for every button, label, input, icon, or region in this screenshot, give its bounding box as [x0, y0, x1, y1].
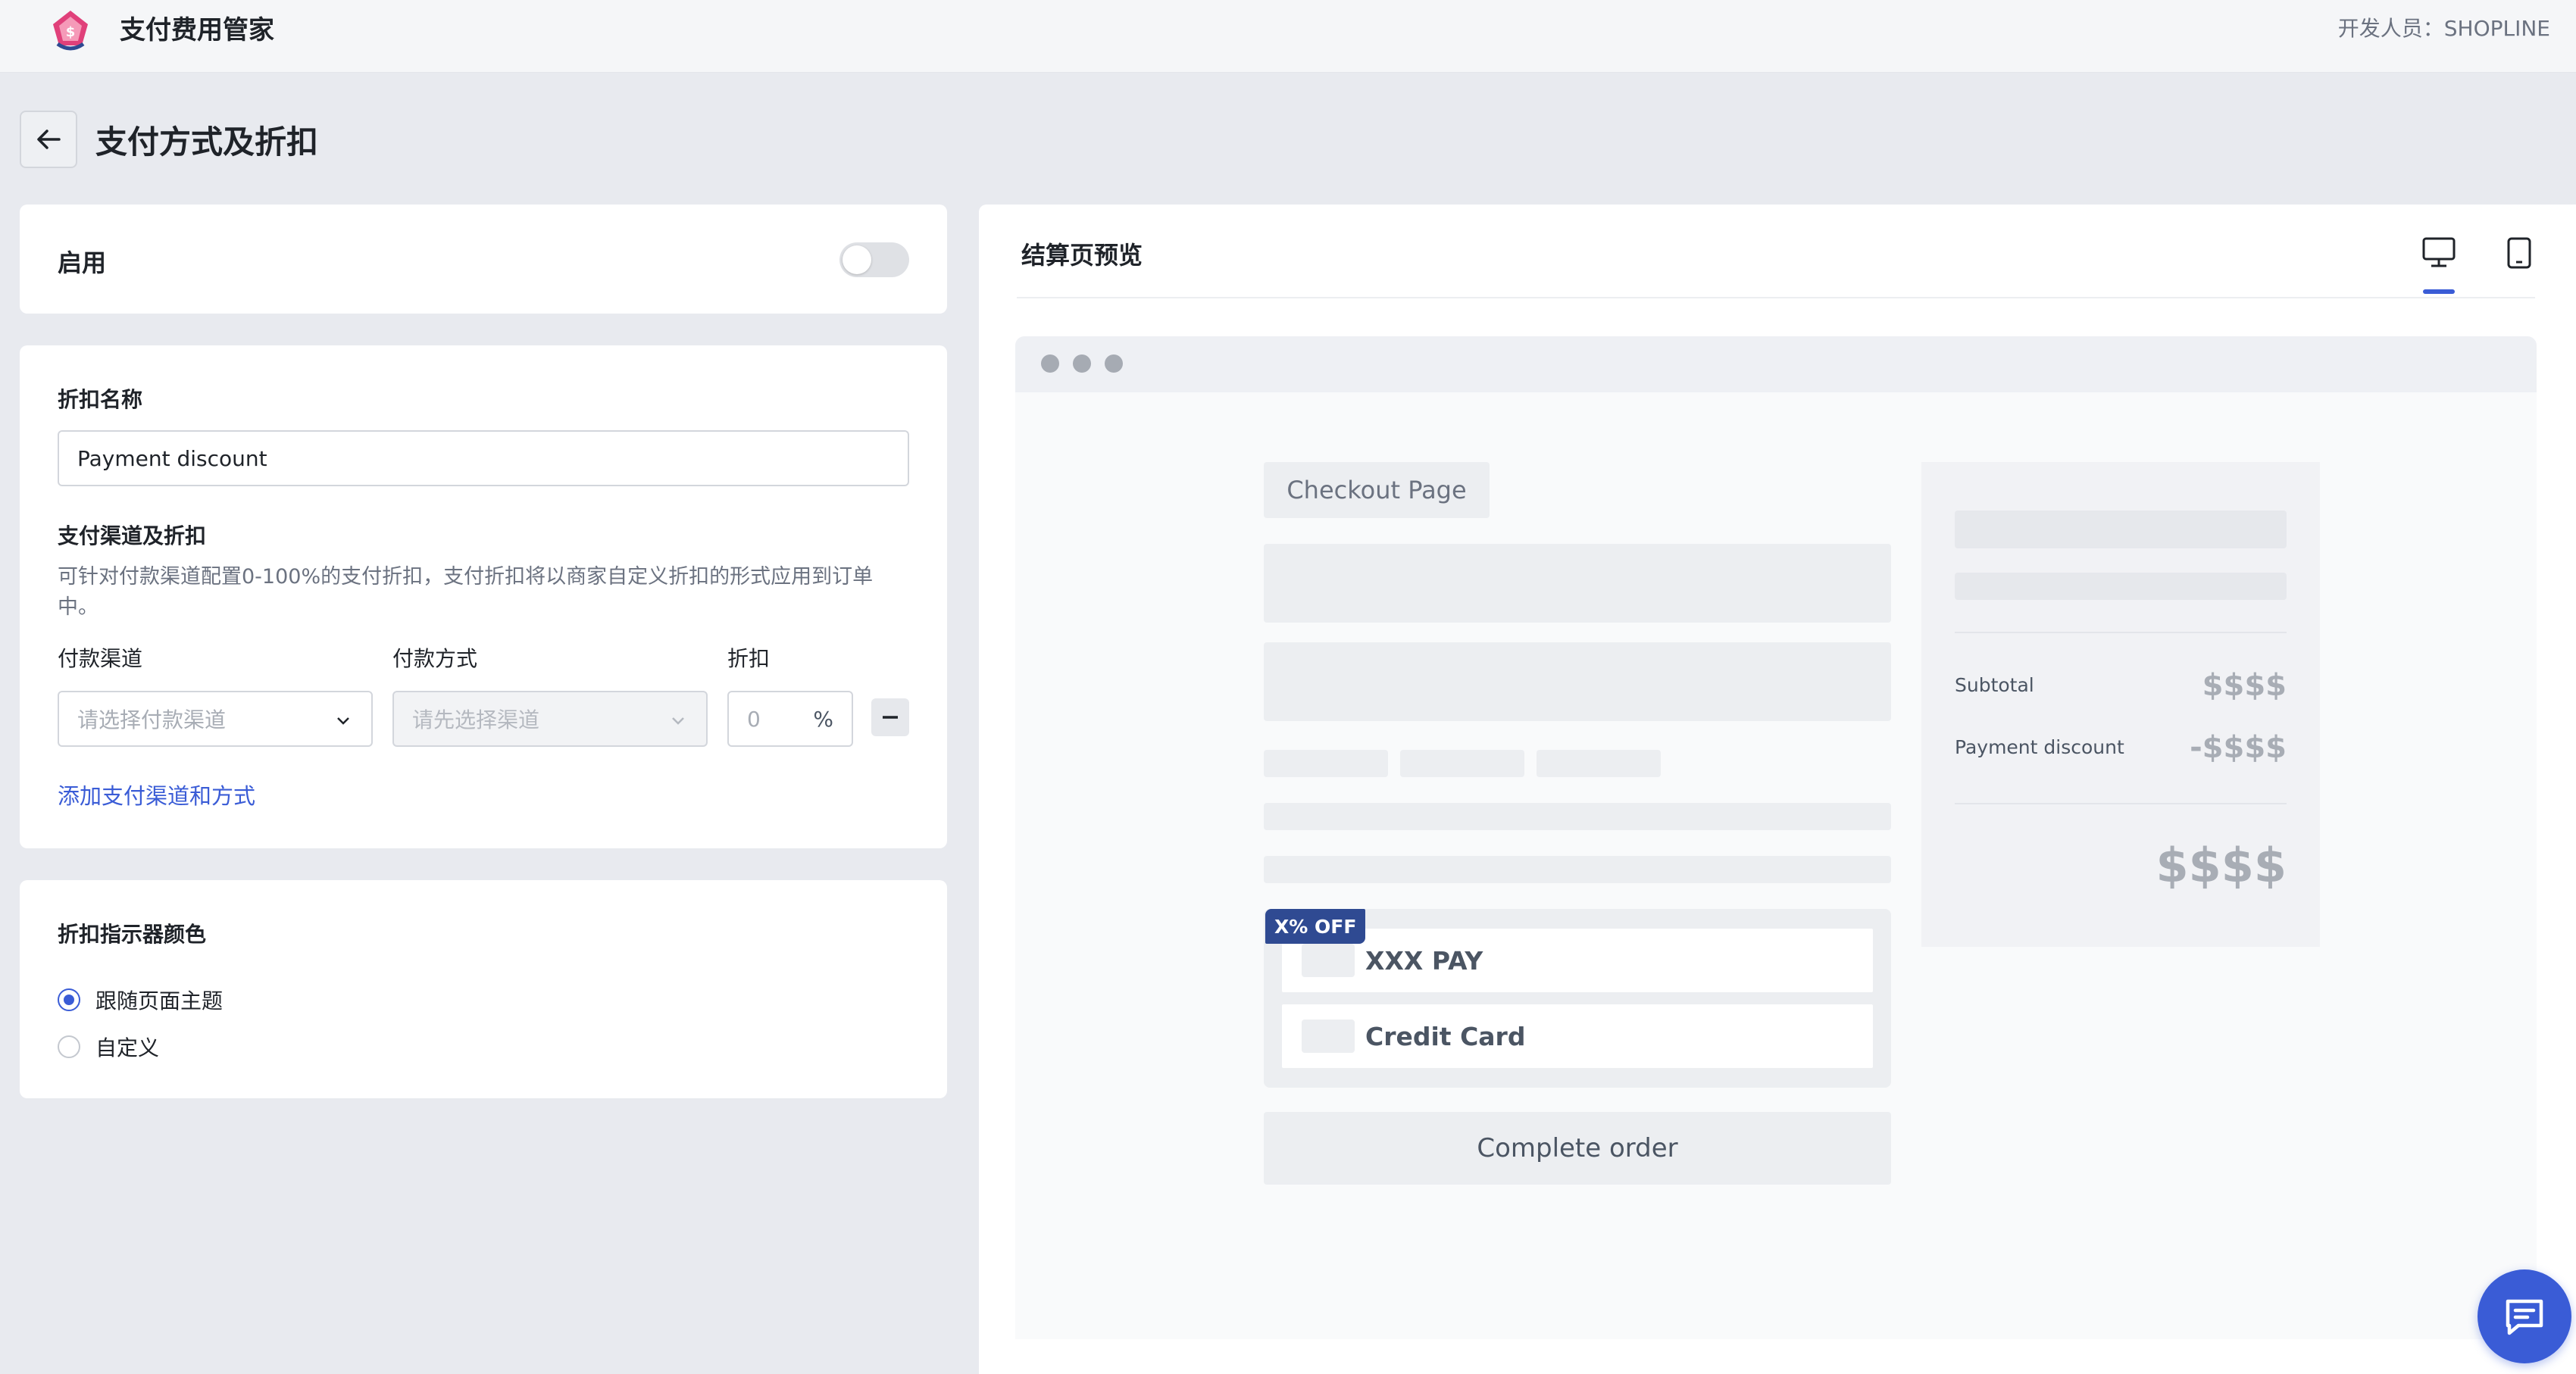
placeholder-line [1955, 573, 2287, 600]
desktop-icon[interactable] [2421, 236, 2456, 268]
payment-option-label: Credit Card [1365, 1021, 1526, 1051]
col-discount-label: 折扣 [727, 646, 771, 671]
back-button[interactable] [20, 111, 77, 168]
subtotal-label: Subtotal [1955, 674, 2034, 696]
payment-discount-label: Payment discount [1955, 736, 2124, 758]
discount-name-input[interactable]: Payment discount [58, 430, 909, 486]
svg-text:$: $ [66, 24, 76, 40]
discount-badge: X% OFF [1265, 909, 1366, 944]
method-placeholder: 请先选择渠道 [412, 707, 540, 732]
chat-icon [2506, 1299, 2543, 1335]
enable-toggle[interactable] [839, 242, 909, 277]
radio-follow-theme[interactable]: 跟随页面主题 [58, 985, 223, 1015]
order-summary: Subtotal $$$$ Payment discount -$$$$ $$$… [1921, 462, 2320, 947]
payment-option-credit-card: Credit Card [1282, 1004, 1873, 1068]
payment-option-xxx-pay: XXX PAY [1282, 929, 1873, 992]
radio-button[interactable] [58, 988, 80, 1011]
radio-custom[interactable]: 自定义 [58, 1032, 159, 1062]
placeholder-line [1264, 856, 1891, 883]
top-bar: $ 支付费用管家 开发人员：SHOPLINE [0, 0, 2576, 73]
page-title: 支付方式及折扣 [95, 123, 319, 161]
channels-label: 支付渠道及折扣 [58, 523, 207, 548]
discount-placeholder: 0 [747, 706, 761, 732]
col-channel-label: 付款渠道 [58, 646, 143, 671]
window-dot [1041, 354, 1059, 373]
checkout-page-title: Checkout Page [1264, 462, 1490, 518]
app-name: 支付费用管家 [120, 15, 274, 45]
placeholder-chip [1264, 750, 1388, 777]
channel-select[interactable]: 请选择付款渠道 [58, 691, 373, 747]
chat-button[interactable] [2478, 1269, 2571, 1363]
indicator-color-label: 折扣指示器颜色 [58, 922, 207, 947]
complete-order-button: Complete order [1264, 1112, 1891, 1185]
active-tab-indicator [2423, 289, 2455, 294]
summary-divider [1955, 632, 2287, 633]
payment-logo-placeholder [1302, 944, 1355, 977]
payment-discount-value: -$$$$ [2190, 730, 2287, 765]
enable-card: 启用 [20, 205, 947, 314]
enable-label: 启用 [58, 248, 107, 277]
discount-name-value: Payment discount [77, 445, 267, 471]
channels-help: 可针对付款渠道配置0-100%的支付折扣，支付折扣将以商家自定义折扣的形式应用到… [58, 565, 874, 619]
developer-label: 开发人员：SHOPLINE [2337, 16, 2550, 41]
radio-label: 自定义 [95, 1035, 160, 1060]
summary-divider [1955, 803, 2287, 804]
placeholder-line [1264, 803, 1891, 830]
discount-name-label: 折扣名称 [58, 387, 143, 412]
window-dot [1073, 354, 1091, 373]
method-select[interactable]: 请先选择渠道 [392, 691, 708, 747]
tablet-icon[interactable] [2506, 236, 2532, 270]
remove-row-button[interactable] [871, 698, 909, 736]
minus-icon [883, 716, 898, 719]
toggle-knob [843, 245, 871, 274]
col-method-label: 付款方式 [392, 646, 478, 671]
app-logo: $ [53, 11, 88, 51]
subtotal-value: $$$$ [2202, 668, 2287, 703]
mock-browser-bar [1015, 336, 2537, 392]
radio-label: 跟随页面主题 [95, 988, 224, 1013]
radio-button[interactable] [58, 1035, 80, 1058]
placeholder-chip [1537, 750, 1661, 777]
placeholder-block [1955, 511, 2287, 548]
preview-divider [1017, 297, 2535, 298]
percent-sign: % [813, 706, 833, 732]
preview-title: 结算页预览 [1021, 241, 1143, 270]
placeholder-block [1264, 544, 1891, 623]
channel-placeholder: 请选择付款渠道 [77, 707, 227, 732]
total-value: $$$$ [2156, 838, 2287, 893]
placeholder-chip [1400, 750, 1524, 777]
window-dot [1105, 354, 1123, 373]
arrow-left-icon [37, 130, 61, 149]
discount-percent-input[interactable]: 0 % [727, 691, 853, 747]
chevron-down-icon [337, 717, 349, 725]
payment-option-label: XXX PAY [1365, 945, 1483, 976]
add-channel-link[interactable]: 添加支付渠道和方式 [58, 779, 255, 810]
payment-logo-placeholder [1302, 1020, 1355, 1053]
placeholder-block [1264, 642, 1891, 721]
chevron-down-icon [672, 717, 684, 725]
